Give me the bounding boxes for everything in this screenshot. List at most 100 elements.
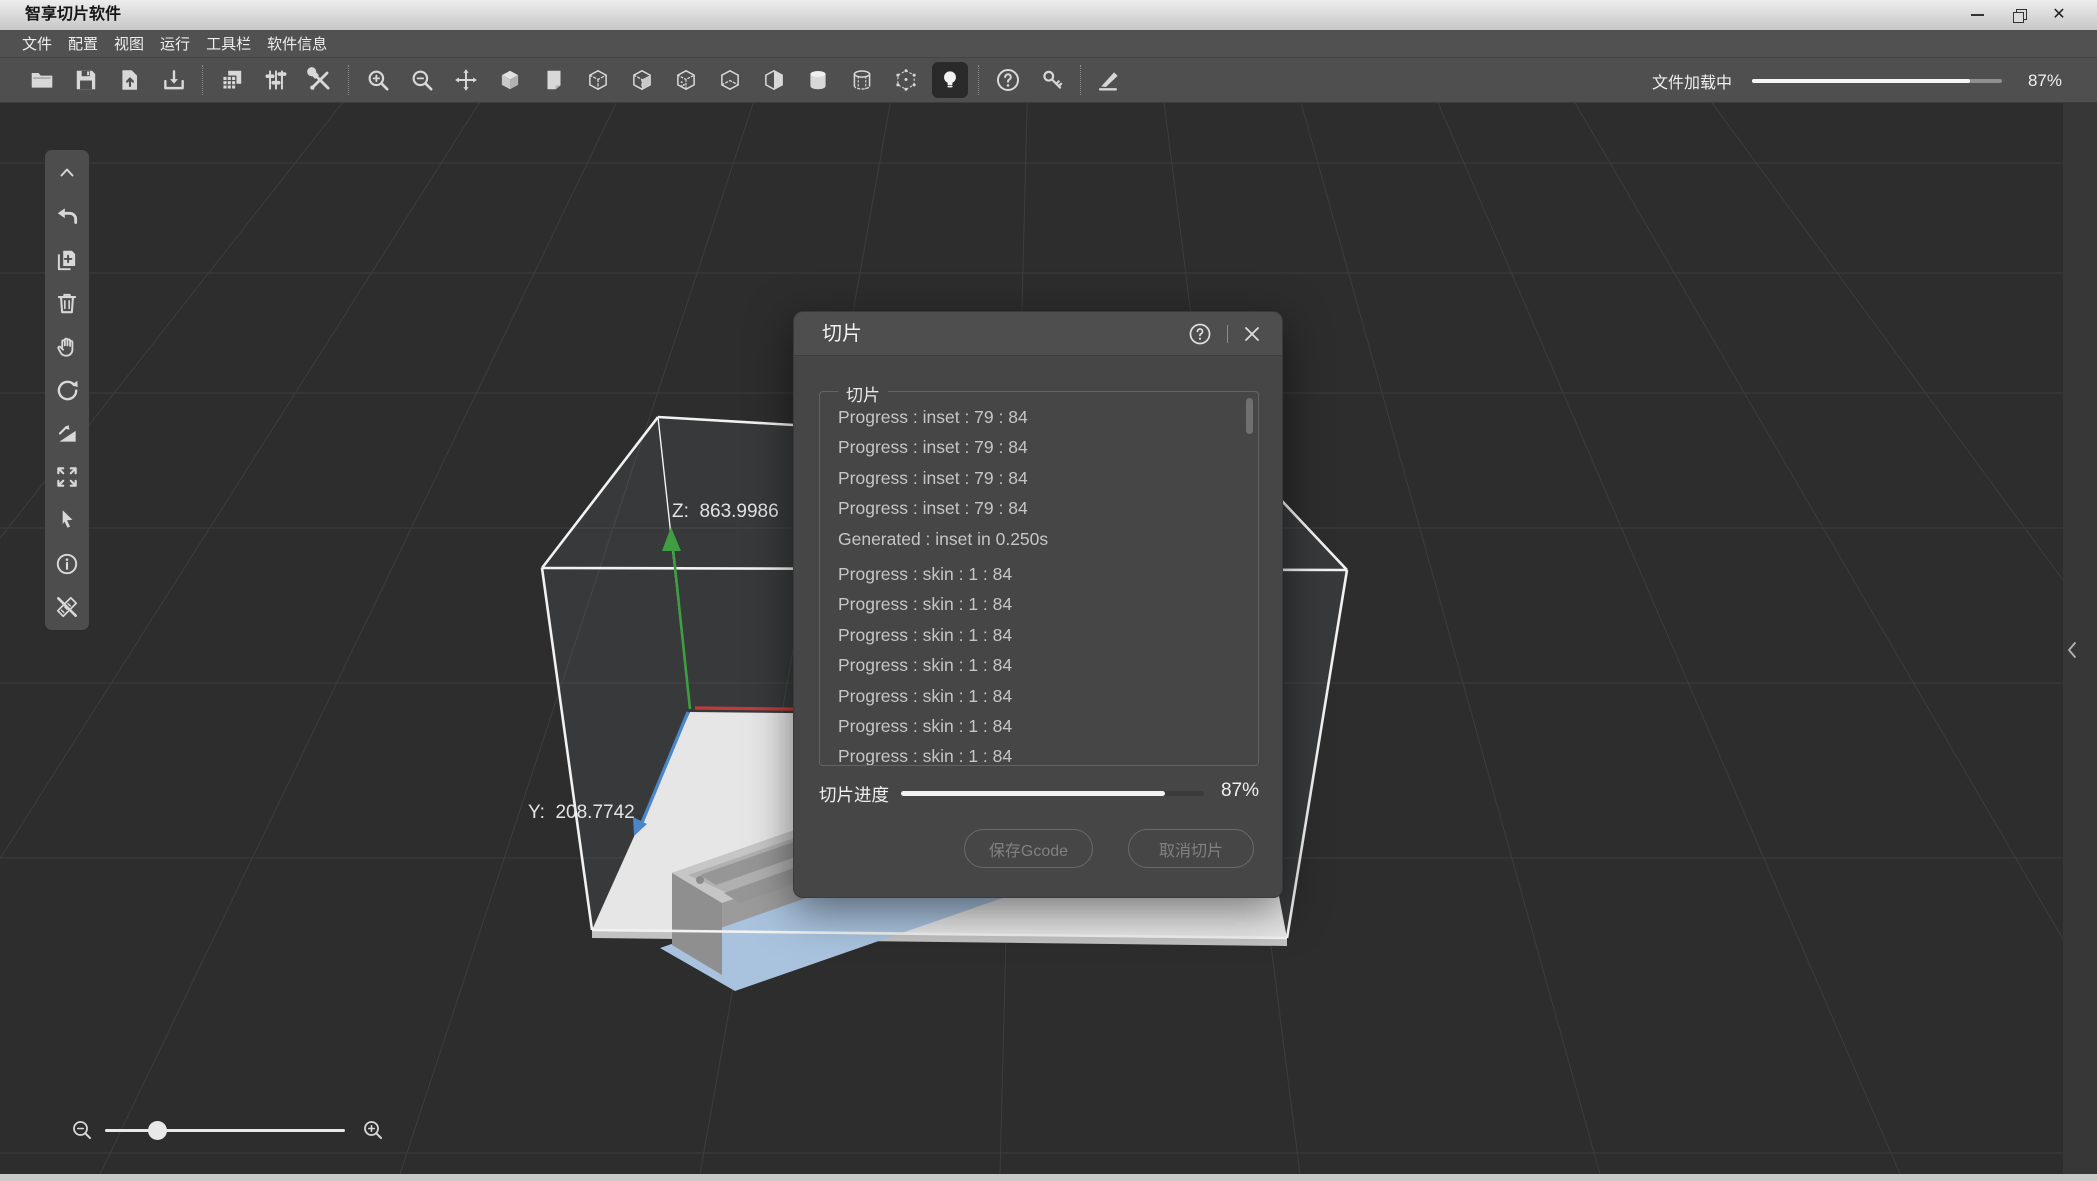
log-line: Progress : skin : 1 : 84 <box>838 559 1236 589</box>
slice-dialog-header[interactable]: 切片 <box>794 312 1282 356</box>
chevron-up-icon <box>55 161 79 185</box>
zoom-in-slider-icon[interactable] <box>361 1118 385 1142</box>
license-key-button[interactable] <box>1030 60 1074 100</box>
slice-button[interactable] <box>1088 60 1132 100</box>
menu-toolbar[interactable]: 工具栏 <box>206 33 251 54</box>
minimize-icon <box>1971 14 1984 16</box>
titlebar[interactable]: 智享切片软件 ✕ <box>0 0 2097 31</box>
pointer-icon <box>54 507 80 533</box>
scale-button[interactable] <box>52 418 82 448</box>
select-button[interactable] <box>52 505 82 535</box>
cancel-slice-button[interactable]: 取消切片 <box>1128 829 1254 868</box>
view-hidden-face-button[interactable] <box>664 60 708 100</box>
hand-icon <box>54 334 80 360</box>
view-layflat-button[interactable] <box>532 60 576 100</box>
measure-button[interactable] <box>52 592 82 622</box>
view-half-shaded-button[interactable] <box>752 60 796 100</box>
viewport-zoom-control <box>70 1116 385 1146</box>
copy-plate-button[interactable] <box>210 60 254 100</box>
zoom-in-icon <box>365 67 391 93</box>
toolbar-separator <box>978 65 980 95</box>
log-line: Progress : skin : 1 : 84 <box>838 741 1236 765</box>
zoom-out-slider-icon[interactable] <box>70 1118 94 1142</box>
file-loading-indicator: 文件加载中 87% <box>1652 58 2062 103</box>
help-button[interactable] <box>986 60 1030 100</box>
undo-arrow-icon <box>54 203 80 229</box>
view-point-cloud-button[interactable] <box>884 60 928 100</box>
menu-config[interactable]: 配置 <box>68 33 98 54</box>
slice-progress-percent: 87% <box>1221 780 1259 802</box>
log-line: Progress : skin : 1 : 84 <box>838 650 1236 680</box>
sheet-icon <box>541 67 567 93</box>
open-cube-icon <box>717 67 743 93</box>
close-button[interactable]: ✕ <box>2042 0 2076 30</box>
export-file-button[interactable] <box>152 60 196 100</box>
minimize-button[interactable] <box>1960 0 1994 30</box>
delete-button[interactable] <box>52 288 82 318</box>
log-line: Progress : inset : 79 : 84 <box>838 463 1236 493</box>
move-button[interactable] <box>444 60 488 100</box>
view-cylinder-wire-button[interactable] <box>840 60 884 100</box>
zoom-slider-knob[interactable] <box>148 1121 167 1140</box>
zoom-in-button[interactable] <box>356 60 400 100</box>
save-button[interactable] <box>64 60 108 100</box>
scale-icon <box>54 420 80 446</box>
loading-progress-fill <box>1752 79 1970 83</box>
open-file-button[interactable] <box>20 60 64 100</box>
menu-file[interactable]: 文件 <box>22 33 52 54</box>
pan-button[interactable] <box>52 332 82 362</box>
right-panel-toggle[interactable] <box>2062 637 2082 663</box>
duplicate-button[interactable] <box>52 245 82 275</box>
half-shaded-cube-icon <box>761 67 787 93</box>
toolbar: 文件加载中 87% <box>0 58 2097 103</box>
info-icon <box>54 551 80 577</box>
view-wireframe-dashed-button[interactable] <box>620 60 664 100</box>
application-window: Z: 863.9986 Y: 208.7742 智享切片软件 ✕ 文件 配置 视… <box>0 0 2097 1181</box>
point-cloud-cube-icon <box>893 67 919 93</box>
undo-button[interactable] <box>52 201 82 231</box>
view-solid-button[interactable] <box>488 60 532 100</box>
load-file-button[interactable] <box>108 60 152 100</box>
parameter-settings-button[interactable] <box>254 60 298 100</box>
slice-log-groupbox: Progress : inset : 79 : 84 Progress : in… <box>819 391 1259 766</box>
collapse-panel-button[interactable] <box>52 158 82 188</box>
maximize-button[interactable] <box>52 462 82 492</box>
menu-view[interactable]: 视图 <box>114 33 144 54</box>
menu-run[interactable]: 运行 <box>160 33 190 54</box>
save-gcode-button[interactable]: 保存Gcode <box>964 829 1093 868</box>
slice-group-label: 切片 <box>838 381 888 406</box>
move-arrows-icon <box>453 67 479 93</box>
dialog-help-icon[interactable] <box>1187 321 1213 347</box>
slice-progress-row: 切片进度 87% <box>819 780 1259 806</box>
sliders-icon <box>263 67 289 93</box>
light-toggle-button[interactable] <box>932 62 968 98</box>
toolbar-separator <box>202 65 204 95</box>
z-axis-label: Z: 863.9986 <box>672 501 779 523</box>
slice-knife-icon <box>1096 66 1124 94</box>
loading-label: 文件加载中 <box>1652 69 1732 93</box>
light-bulb-icon <box>937 67 963 93</box>
restore-button[interactable] <box>2002 0 2036 30</box>
cylinder-wire-icon <box>849 67 875 93</box>
slice-progressbar <box>901 791 1204 796</box>
rotate-button[interactable] <box>52 375 82 405</box>
log-scrollbar-thumb[interactable] <box>1246 398 1253 434</box>
zoom-slider-track[interactable] <box>105 1129 345 1132</box>
restore-icon <box>2013 9 2025 21</box>
window-title: 智享切片软件 <box>25 0 121 30</box>
machine-tools-button[interactable] <box>298 60 342 100</box>
dialog-close-icon[interactable] <box>1242 324 1262 344</box>
left-tool-panel <box>45 150 89 630</box>
save-floppy-icon <box>73 67 99 93</box>
zoom-out-button[interactable] <box>400 60 444 100</box>
measure-icon <box>54 594 80 620</box>
view-wireframe-button[interactable] <box>576 60 620 100</box>
zoom-out-icon <box>409 67 435 93</box>
view-cylinder-solid-button[interactable] <box>796 60 840 100</box>
menu-about[interactable]: 软件信息 <box>267 33 327 54</box>
tools-icon <box>307 67 333 93</box>
slice-log[interactable]: Progress : inset : 79 : 84 Progress : in… <box>838 402 1236 765</box>
load-file-icon <box>117 67 143 93</box>
info-button[interactable] <box>52 549 82 579</box>
view-open-cube-button[interactable] <box>708 60 752 100</box>
